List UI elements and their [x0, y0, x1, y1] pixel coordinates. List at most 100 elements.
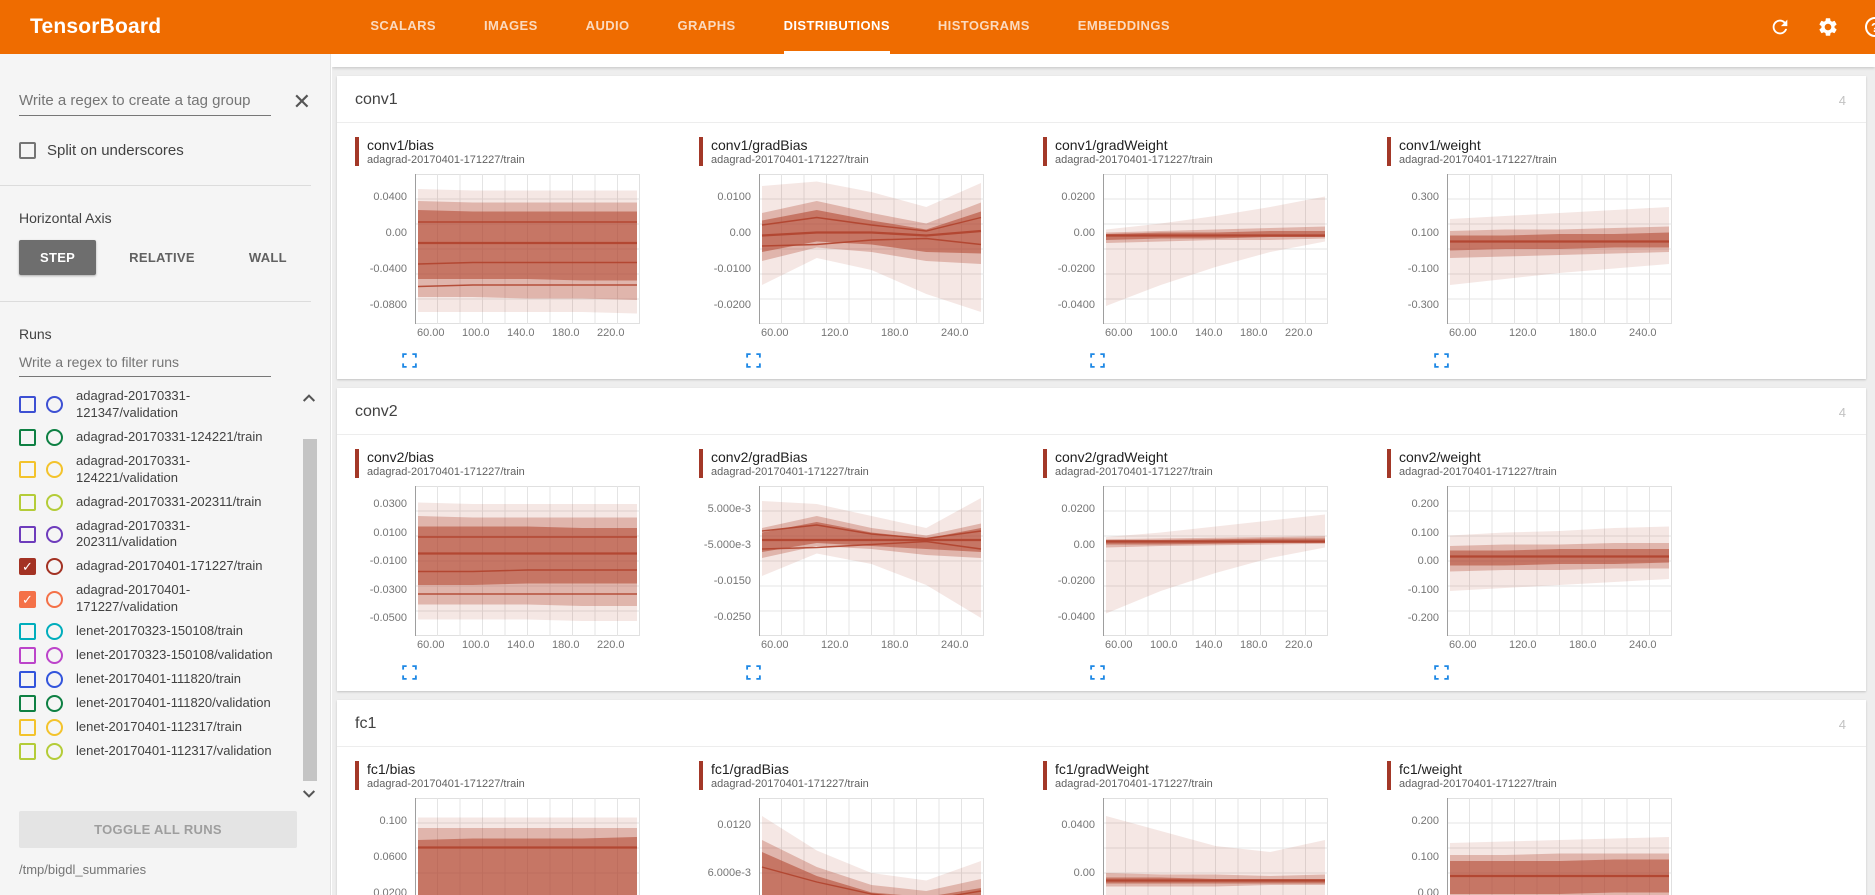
- scroll-down-icon[interactable]: [301, 785, 317, 801]
- run-color-circle[interactable]: [46, 695, 63, 712]
- y-tick-label: 0.0200: [1061, 503, 1095, 515]
- chart-title-block: conv2/gradBiasadagrad-20170401-171227/tr…: [699, 449, 995, 478]
- run-color-circle[interactable]: [46, 429, 63, 446]
- run-color-circle[interactable]: [46, 623, 63, 640]
- x-tick-label: 220.0: [597, 639, 625, 651]
- charts-row: conv1/biasadagrad-20170401-171227/train0…: [337, 123, 1866, 379]
- tab-embeddings[interactable]: EMBEDDINGS: [1078, 0, 1170, 54]
- run-row[interactable]: lenet-20170401-112317/validation: [19, 743, 281, 760]
- scroll-up-icon[interactable]: [301, 391, 317, 407]
- run-color-circle[interactable]: [46, 558, 63, 575]
- distribution-plot[interactable]: [1103, 174, 1328, 324]
- tag-group-regex-input[interactable]: [19, 90, 271, 116]
- run-row[interactable]: adagrad-20170331-121347/validation: [19, 388, 281, 422]
- distribution-plot[interactable]: [759, 486, 984, 636]
- chart-title: fc1/weight: [1399, 761, 1683, 777]
- runs-filter-regex-input[interactable]: [19, 352, 271, 377]
- run-checkbox[interactable]: [19, 719, 36, 736]
- run-row[interactable]: lenet-20170323-150108/train: [19, 623, 281, 640]
- run-color-circle[interactable]: [46, 647, 63, 664]
- run-checkbox[interactable]: [19, 429, 36, 446]
- x-tick-label: 100.0: [1150, 639, 1178, 651]
- distribution-plot[interactable]: [415, 486, 640, 636]
- run-checkbox[interactable]: [19, 743, 36, 760]
- run-row[interactable]: adagrad-20170331-202311/train: [19, 494, 281, 511]
- expand-chart-icon[interactable]: [1433, 664, 1450, 681]
- tag-group-fc1: fc14fc1/biasadagrad-20170401-171227/trai…: [337, 700, 1866, 895]
- run-checkbox[interactable]: [19, 671, 36, 688]
- distribution-plot[interactable]: [759, 798, 984, 895]
- expand-chart-icon[interactable]: [1089, 664, 1106, 681]
- axis-option-step[interactable]: STEP: [19, 240, 96, 275]
- distribution-plot[interactable]: [1103, 486, 1328, 636]
- distribution-plot[interactable]: [1447, 174, 1672, 324]
- expand-chart-icon[interactable]: [1433, 352, 1450, 369]
- run-checkbox[interactable]: [19, 647, 36, 664]
- y-tick-label: -0.200: [1408, 612, 1439, 624]
- y-tick-label: -0.300: [1408, 299, 1439, 311]
- tab-audio[interactable]: AUDIO: [586, 0, 630, 54]
- run-color-circle[interactable]: [46, 526, 63, 543]
- distribution-plot[interactable]: [415, 174, 640, 324]
- run-color-circle[interactable]: [46, 591, 63, 608]
- run-row[interactable]: lenet-20170401-112317/train: [19, 719, 281, 736]
- run-row[interactable]: lenet-20170401-111820/train: [19, 671, 281, 688]
- chart-plot-area: 0.03000.0100-0.0100-0.0300-0.050060.0010…: [355, 486, 651, 658]
- tag-group-count: 4: [1839, 93, 1846, 108]
- refresh-icon[interactable]: [1769, 16, 1791, 38]
- run-row[interactable]: ✓adagrad-20170401-171227/validation: [19, 582, 281, 616]
- run-row[interactable]: ✓adagrad-20170401-171227/train: [19, 558, 281, 575]
- run-checkbox[interactable]: [19, 623, 36, 640]
- tab-scalars[interactable]: SCALARS: [370, 0, 436, 54]
- run-checkbox[interactable]: [19, 494, 36, 511]
- split-on-underscores-checkbox[interactable]: [19, 142, 36, 159]
- x-tick-label: 180.0: [881, 327, 909, 339]
- chart-title: conv1/gradWeight: [1055, 137, 1339, 153]
- expand-chart-icon[interactable]: [401, 664, 418, 681]
- run-row[interactable]: adagrad-20170331-124221/train: [19, 429, 281, 446]
- run-color-circle[interactable]: [46, 494, 63, 511]
- split-on-underscores-row[interactable]: Split on underscores: [19, 142, 330, 159]
- runs-scrollbar-thumb[interactable]: [303, 439, 317, 781]
- tab-histograms[interactable]: HISTOGRAMS: [938, 0, 1030, 54]
- expand-chart-icon[interactable]: [745, 352, 762, 369]
- toggle-all-runs-button[interactable]: TOGGLE ALL RUNS: [19, 811, 297, 848]
- help-icon[interactable]: ?: [1865, 17, 1875, 37]
- distribution-plot[interactable]: [1447, 486, 1672, 636]
- distribution-plot[interactable]: [1447, 798, 1672, 895]
- run-checkbox[interactable]: ✓: [19, 591, 36, 608]
- run-color-circle[interactable]: [46, 719, 63, 736]
- run-checkbox[interactable]: [19, 695, 36, 712]
- run-row[interactable]: adagrad-20170331-202311/validation: [19, 518, 281, 552]
- tag-group-header[interactable]: conv24: [337, 388, 1866, 435]
- axis-option-relative[interactable]: RELATIVE: [108, 240, 216, 275]
- tag-group-header[interactable]: fc14: [337, 700, 1866, 747]
- run-row[interactable]: lenet-20170401-111820/validation: [19, 695, 281, 712]
- expand-chart-icon[interactable]: [745, 664, 762, 681]
- run-row[interactable]: lenet-20170323-150108/validation: [19, 647, 281, 664]
- run-checkbox[interactable]: [19, 461, 36, 478]
- run-checkbox[interactable]: [19, 526, 36, 543]
- axis-option-wall[interactable]: WALL: [228, 240, 308, 275]
- close-icon[interactable]: ✕: [293, 92, 311, 112]
- run-color-circle[interactable]: [46, 396, 63, 413]
- tag-group-header[interactable]: conv14: [337, 76, 1866, 123]
- run-color-circle[interactable]: [46, 671, 63, 688]
- chart-title-block: fc1/gradBiasadagrad-20170401-171227/trai…: [699, 761, 995, 790]
- tab-graphs[interactable]: GRAPHS: [678, 0, 736, 54]
- settings-gear-icon[interactable]: [1817, 16, 1839, 38]
- distribution-plot[interactable]: [1103, 798, 1328, 895]
- expand-chart-icon[interactable]: [401, 352, 418, 369]
- run-checkbox[interactable]: [19, 396, 36, 413]
- run-checkbox[interactable]: ✓: [19, 558, 36, 575]
- run-row[interactable]: adagrad-20170331-124221/validation: [19, 453, 281, 487]
- distribution-chart-conv1-gradWeight: conv1/gradWeightadagrad-20170401-171227/…: [1043, 137, 1339, 371]
- x-tick-label: 220.0: [1285, 327, 1313, 339]
- run-color-circle[interactable]: [46, 743, 63, 760]
- run-color-circle[interactable]: [46, 461, 63, 478]
- expand-chart-icon[interactable]: [1089, 352, 1106, 369]
- distribution-plot[interactable]: [415, 798, 640, 895]
- tab-images[interactable]: IMAGES: [484, 0, 538, 54]
- tab-distributions[interactable]: DISTRIBUTIONS: [784, 0, 890, 54]
- distribution-plot[interactable]: [759, 174, 984, 324]
